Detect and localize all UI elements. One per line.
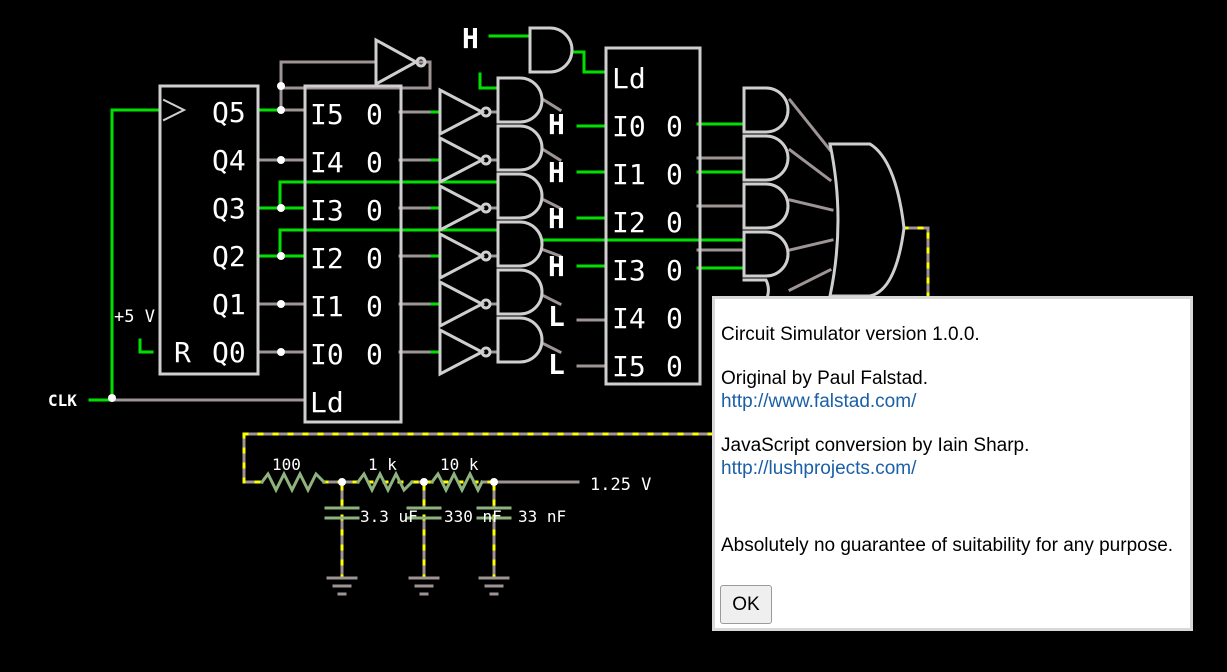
- logic-inputs[interactable]: H H H H H L L: [462, 22, 565, 381]
- resistor-label: 10 k: [440, 455, 479, 474]
- original-author-text: Original by Paul Falstad.: [721, 368, 928, 389]
- reg2-input-label: I4: [310, 146, 344, 179]
- disclaimer-text: Absolutely no guarantee of suitability f…: [721, 535, 1174, 556]
- clock-label: CLK: [48, 391, 77, 410]
- reg3-input-label: I0: [612, 110, 646, 143]
- conversion-author-text: JavaScript conversion by Iain Sharp.: [721, 435, 1030, 456]
- q3-label: Q3: [212, 192, 246, 225]
- reg2-input-label: I2: [310, 242, 344, 275]
- q5-label: Q5: [212, 96, 246, 129]
- or-gate[interactable]: [828, 142, 906, 298]
- reg3-output-value: 0: [666, 254, 683, 287]
- reg3-input-label: I2: [612, 206, 646, 239]
- logic-input[interactable]: H: [548, 156, 565, 189]
- clock-triangle-icon: [162, 98, 187, 122]
- q1-label: Q1: [212, 288, 246, 321]
- reg2-input-label: I0: [310, 338, 344, 371]
- register-3-labels: Ld I0 I1 I2 I3 I4 I5 0 0 0 0 0 0: [612, 62, 683, 383]
- falstad-link[interactable]: http://www.falstad.com/: [721, 391, 916, 412]
- reg3-output-value: 0: [666, 302, 683, 335]
- supply-label: +5 V: [114, 307, 155, 327]
- reset-label: R: [174, 336, 191, 369]
- logic-input[interactable]: H: [548, 108, 565, 141]
- q4-label: Q4: [212, 144, 246, 177]
- logic-input[interactable]: L: [548, 348, 565, 381]
- ok-button[interactable]: OK: [720, 585, 772, 624]
- reg2-output-value: 0: [366, 242, 383, 275]
- logic-input[interactable]: H: [548, 202, 565, 235]
- reg2-output-value: 0: [366, 290, 383, 323]
- reg3-input-label: I3: [612, 254, 646, 287]
- q2-label: Q2: [212, 240, 246, 273]
- logic-input[interactable]: L: [548, 300, 565, 333]
- reg3-input-label: I4: [612, 302, 646, 335]
- capacitor-label: 330 nF: [444, 507, 502, 526]
- capacitor-label: 33 nF: [518, 507, 566, 526]
- register-2-labels: I5 I4 I3 I2 I1 I0 0 0 0 0 0 0 Ld: [310, 98, 383, 419]
- capacitor-label: 3.3 uF: [360, 507, 418, 526]
- reg2-output-value: 0: [366, 146, 383, 179]
- reg3-input-label: I5: [612, 350, 646, 383]
- load-logic-input[interactable]: H: [462, 22, 479, 55]
- reg2-load-label: Ld: [310, 386, 344, 419]
- reg2-output-value: 0: [366, 338, 383, 371]
- ground-icon: [326, 576, 510, 596]
- about-dialog: Circuit Simulator version 1.0.0. Origina…: [712, 296, 1193, 631]
- resistor-label: 100: [272, 455, 301, 474]
- reg3-input-label: I1: [612, 158, 646, 191]
- reg3-load-label: Ld: [612, 62, 646, 95]
- reg3-output-value: 0: [666, 206, 683, 239]
- q0-label: Q0: [212, 336, 246, 369]
- resistor-label: 1 k: [368, 455, 397, 474]
- shift-register-1[interactable]: [158, 84, 260, 376]
- lushprojects-link[interactable]: http://lushprojects.com/: [721, 458, 916, 479]
- logic-input[interactable]: H: [548, 250, 565, 283]
- reg2-output-value: 0: [366, 98, 383, 131]
- and-gates-output[interactable]: [742, 86, 790, 303]
- register-1-labels: Q5 Q4 Q3 Q2 Q1 Q0 R +5 V CLK: [48, 96, 246, 410]
- version-text: Circuit Simulator version 1.0.0.: [721, 324, 980, 345]
- reg3-output-value: 0: [666, 110, 683, 143]
- reg3-output-value: 0: [666, 350, 683, 383]
- reg2-input-label: I1: [310, 290, 344, 323]
- reg2-output-value: 0: [366, 194, 383, 227]
- voltage-output-label: 1.25 V: [590, 475, 651, 495]
- reg2-input-label: I3: [310, 194, 344, 227]
- reg3-output-value: 0: [666, 158, 683, 191]
- reg2-input-label: I5: [310, 98, 344, 131]
